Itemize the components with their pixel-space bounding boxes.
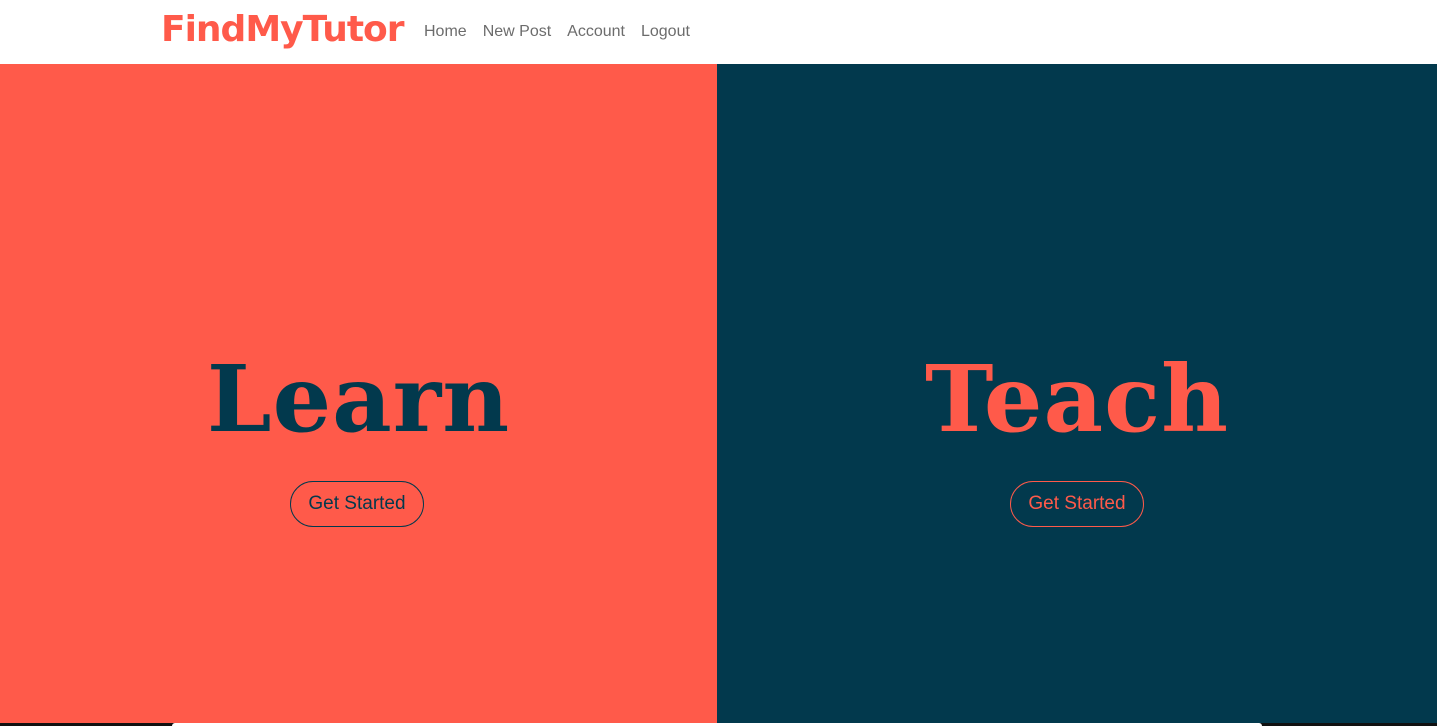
nav-link-home[interactable]: Home	[416, 23, 475, 41]
nav-link-new-post[interactable]: New Post	[475, 23, 559, 41]
nav-links: Home New Post Account Logout	[416, 0, 698, 64]
nav-link-logout[interactable]: Logout	[633, 23, 698, 41]
teach-heading: Teach	[925, 345, 1229, 453]
brand-logo[interactable]: FindMyTutor	[161, 2, 405, 58]
teach-get-started-button[interactable]: Get Started	[1010, 481, 1144, 527]
nav-link-account[interactable]: Account	[559, 23, 633, 41]
hero-panels: Learn Get Started Teach Get Started	[0, 64, 1437, 726]
learn-get-started-button[interactable]: Get Started	[290, 481, 424, 527]
learn-panel: Learn Get Started	[0, 64, 717, 726]
learn-heading: Learn	[206, 345, 511, 453]
top-navbar: FindMyTutor Home New Post Account Logout	[0, 0, 1437, 64]
teach-panel: Teach Get Started	[717, 64, 1437, 726]
